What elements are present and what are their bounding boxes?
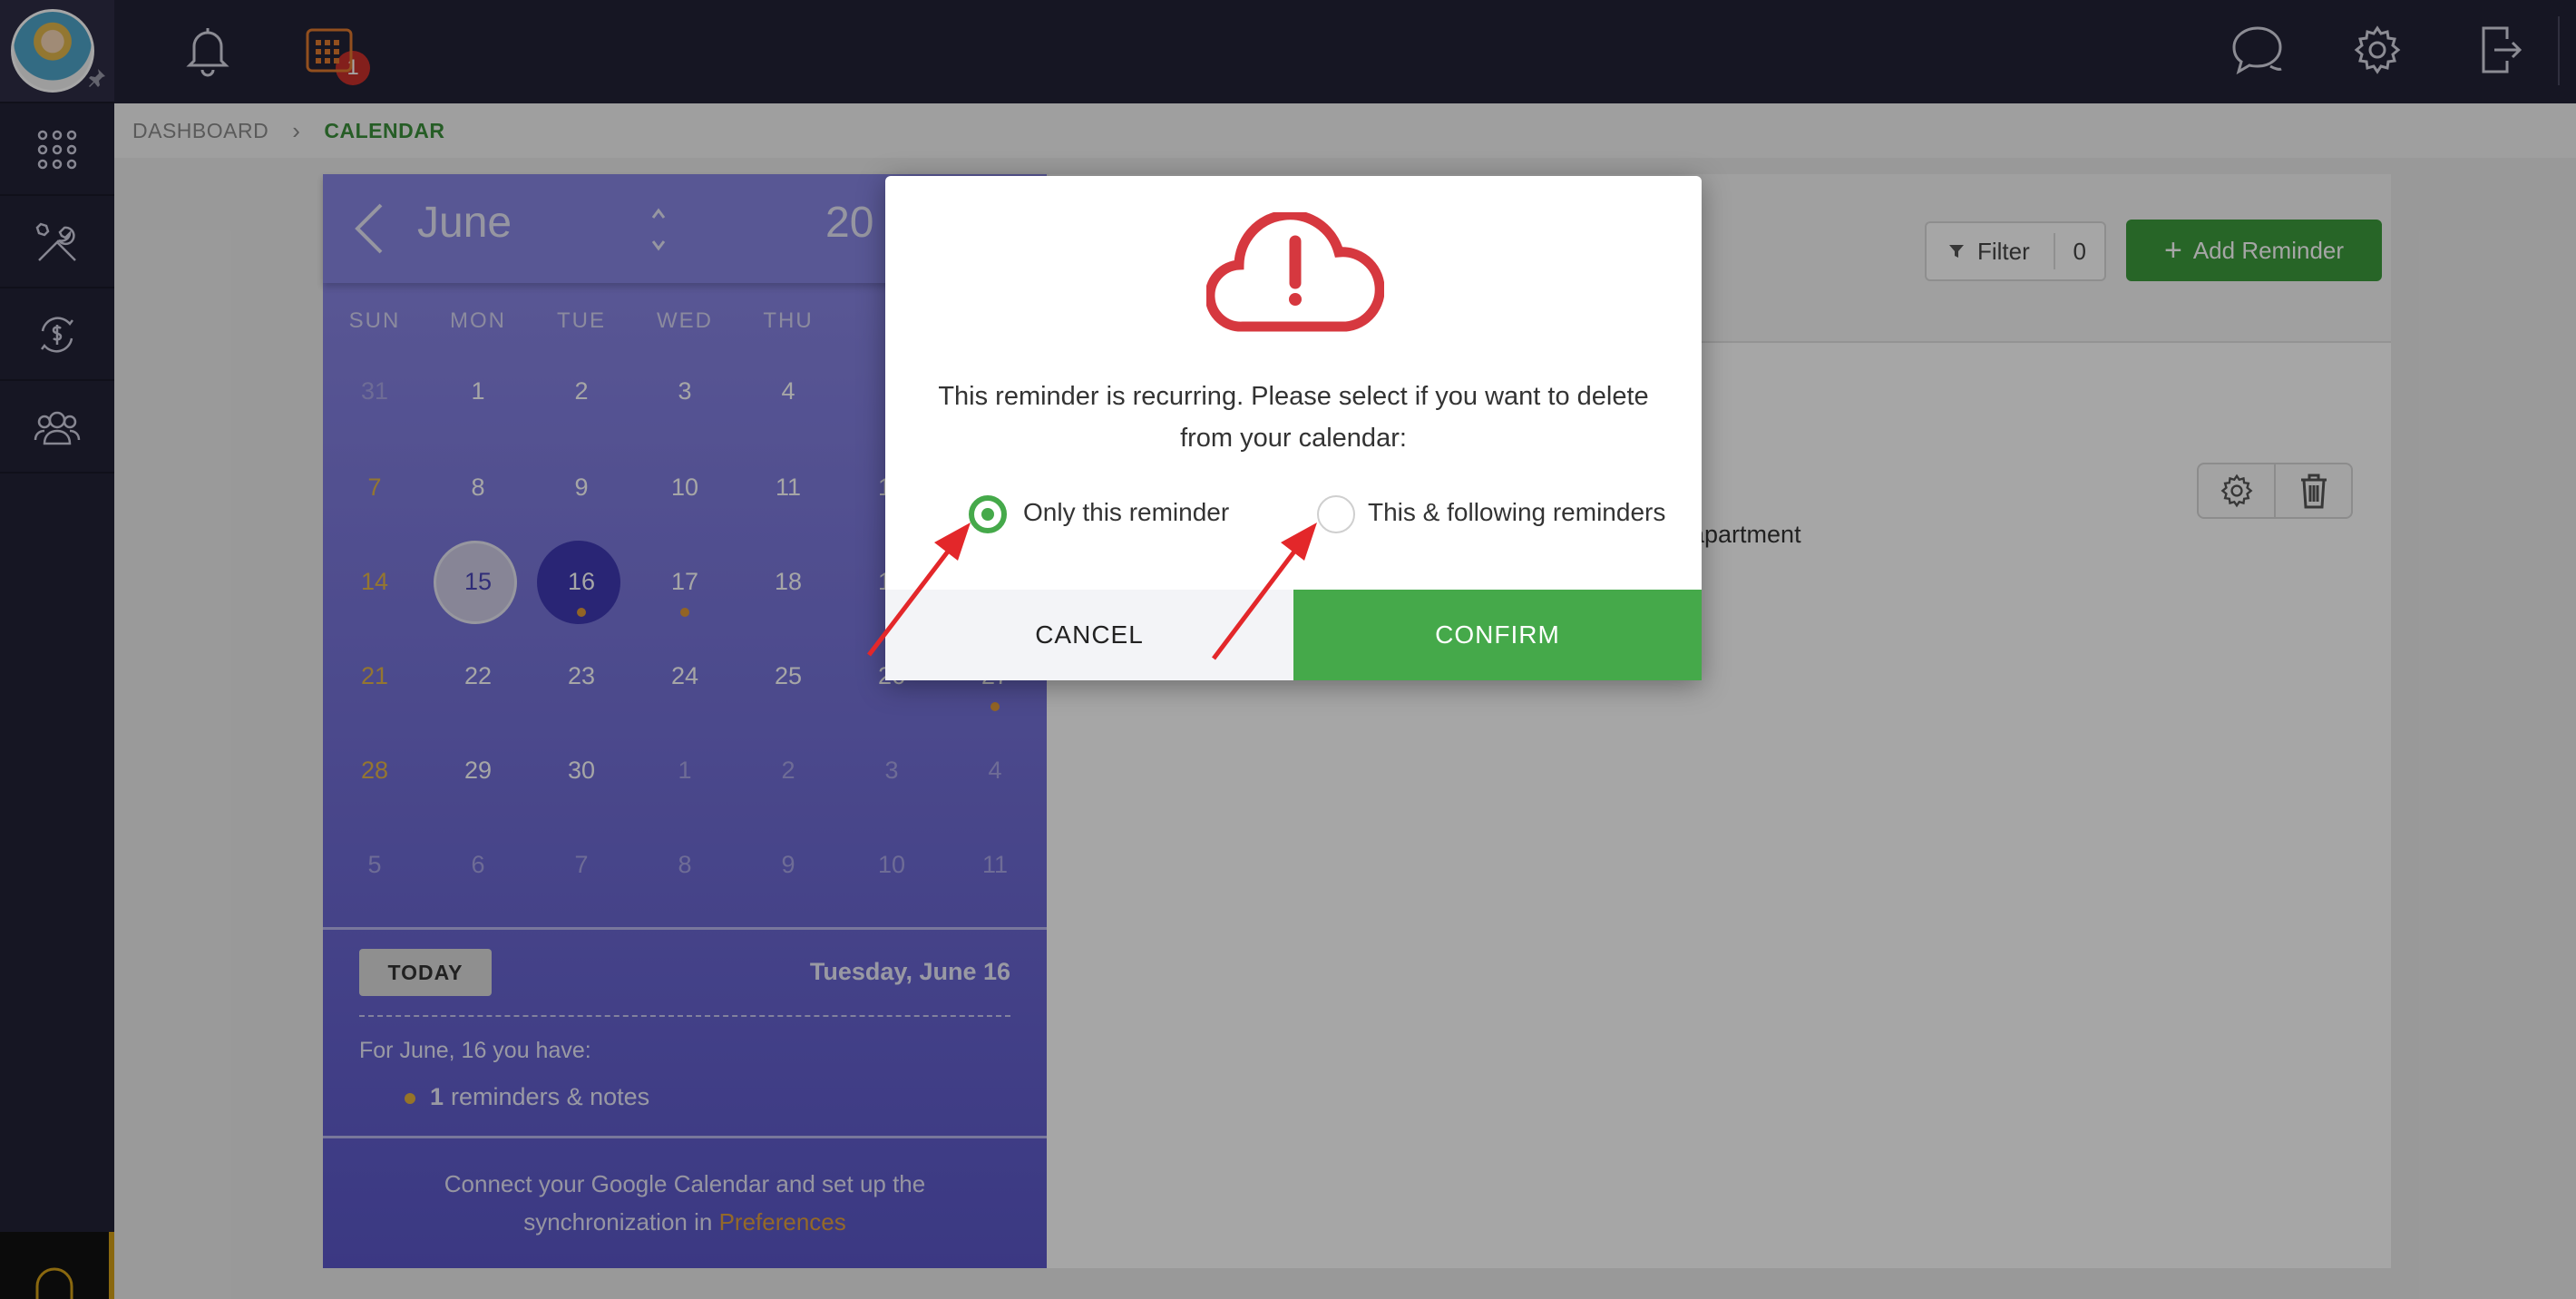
- radio-only-this[interactable]: [969, 495, 1007, 533]
- cloud-alert-icon: [1206, 212, 1384, 332]
- dialog-message: This reminder is recurring. Please selec…: [938, 382, 1649, 453]
- radio-this-and-following[interactable]: [1317, 495, 1355, 533]
- radio-only-this-label[interactable]: Only this reminder: [1023, 498, 1229, 527]
- confirm-button[interactable]: CONFIRM: [1293, 590, 1702, 680]
- cancel-button[interactable]: CANCEL: [885, 590, 1293, 680]
- radio-this-and-following-label[interactable]: This & following reminders: [1368, 498, 1665, 527]
- delete-recurring-dialog: This reminder is recurring. Please selec…: [885, 176, 1702, 680]
- dialog-footer: CANCEL CONFIRM: [885, 590, 1702, 680]
